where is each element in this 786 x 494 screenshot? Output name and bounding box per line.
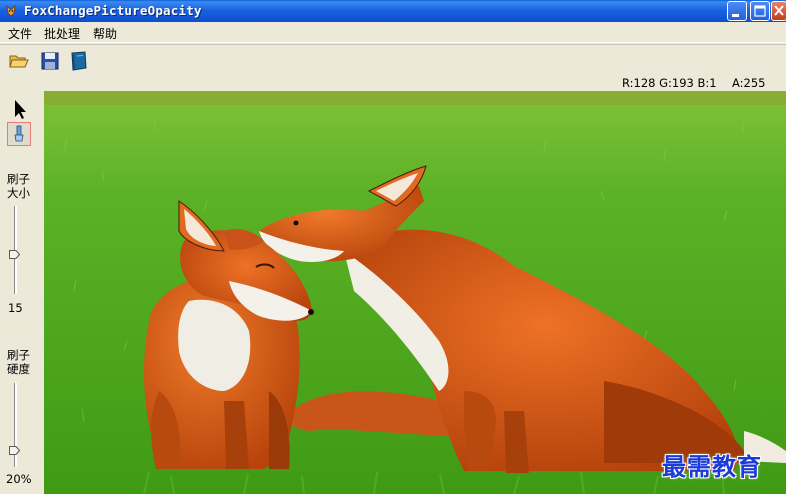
menu-help[interactable]: 帮助 [93, 25, 117, 42]
close-icon [774, 5, 784, 16]
maximize-icon [754, 5, 766, 17]
open-folder-icon [9, 55, 29, 68]
app-icon [6, 4, 16, 17]
book-icon [71, 51, 87, 71]
brush-hardness-slider-thumb[interactable] [9, 446, 20, 455]
book-button[interactable] [68, 50, 90, 72]
menu-bar: 文件 批处理 帮助 [0, 22, 786, 43]
tool-panel: 刷子 大小 15 刷子 硬度 20% [0, 91, 44, 494]
fox-photo [44, 91, 786, 494]
alpha-readout: A:255 [732, 76, 766, 90]
maximize-button[interactable] [750, 1, 770, 21]
title-bar[interactable]: FoxChangePictureOpacity [0, 0, 786, 22]
save-icon [41, 52, 59, 70]
watermark-text: 最需教育 [662, 452, 762, 481]
pointer-tool-button[interactable] [7, 97, 31, 121]
brush-size-slider-thumb[interactable] [9, 250, 20, 259]
toolbar [0, 44, 786, 77]
brush-tool-button[interactable] [7, 122, 31, 146]
window-title: FoxChangePictureOpacity [24, 3, 202, 18]
brush-icon [14, 125, 24, 142]
minimize-button[interactable] [727, 1, 747, 21]
minimize-icon [732, 14, 739, 17]
rgb-readout: R:128 G:193 B:1 [622, 76, 717, 90]
save-button[interactable] [39, 50, 61, 72]
color-readout: R:128 G:193 B:1 A:255 [0, 76, 786, 91]
menu-batch[interactable]: 批处理 [44, 25, 80, 42]
image-canvas[interactable] [44, 91, 786, 494]
close-button[interactable] [771, 1, 786, 21]
open-button[interactable] [8, 50, 30, 72]
menu-file[interactable]: 文件 [8, 25, 32, 42]
arrow-pointer-icon [15, 100, 26, 119]
